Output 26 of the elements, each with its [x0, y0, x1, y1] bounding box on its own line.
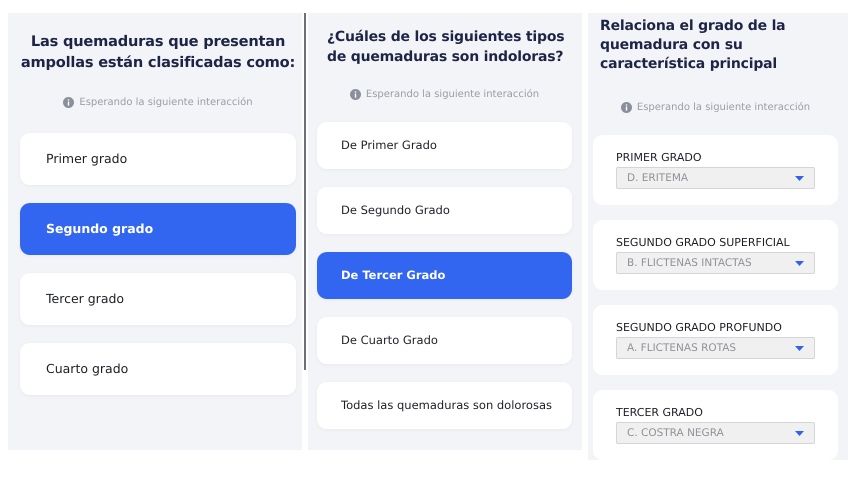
status-text: Esperando la siguiente interacción	[79, 97, 253, 108]
question-title: Relaciona el grado de la quemadura con su característica principal	[599, 17, 786, 74]
caret-icon	[795, 176, 804, 180]
answer-option[interactable]: Cuarto grado	[20, 343, 296, 395]
answer-option[interactable]: De Tercer Grado	[317, 252, 572, 299]
answer-option[interactable]: Primer grado	[20, 133, 296, 185]
answer-option[interactable]: Tercer grado	[20, 273, 296, 325]
info-icon	[350, 89, 361, 100]
match-label: TERCER GRADO	[616, 406, 704, 420]
answer-option[interactable]: Todas las quemaduras son dolorosas	[317, 382, 572, 429]
question-title: ¿Cuáles de los siguientes tipos de quemaduras son indoloras?	[326, 28, 566, 67]
answer-option[interactable]: De Cuarto Grado	[317, 317, 572, 364]
status-text: Esperando la siguiente interacción	[366, 89, 540, 100]
match-label: SEGUNDO GRADO PROFUNDO	[616, 321, 783, 335]
caret-icon	[795, 430, 804, 436]
status-text: Esperando la siguiente interacción	[636, 102, 810, 113]
info-icon	[620, 102, 632, 113]
caret-icon	[795, 260, 804, 266]
match-label: SEGUNDO GRADO SUPERFICIAL	[616, 236, 791, 250]
answer-option[interactable]: Segundo grado	[20, 203, 296, 255]
answer-option[interactable]: De Segundo Grado	[317, 187, 572, 234]
info-icon	[63, 97, 74, 108]
question-title: Las quemaduras que presentan ampollas están clasificadas como:	[20, 32, 296, 73]
answer-option[interactable]: De Primer Grado	[317, 122, 572, 169]
match-label: PRIMER GRADO	[616, 151, 702, 165]
caret-icon	[795, 346, 804, 350]
